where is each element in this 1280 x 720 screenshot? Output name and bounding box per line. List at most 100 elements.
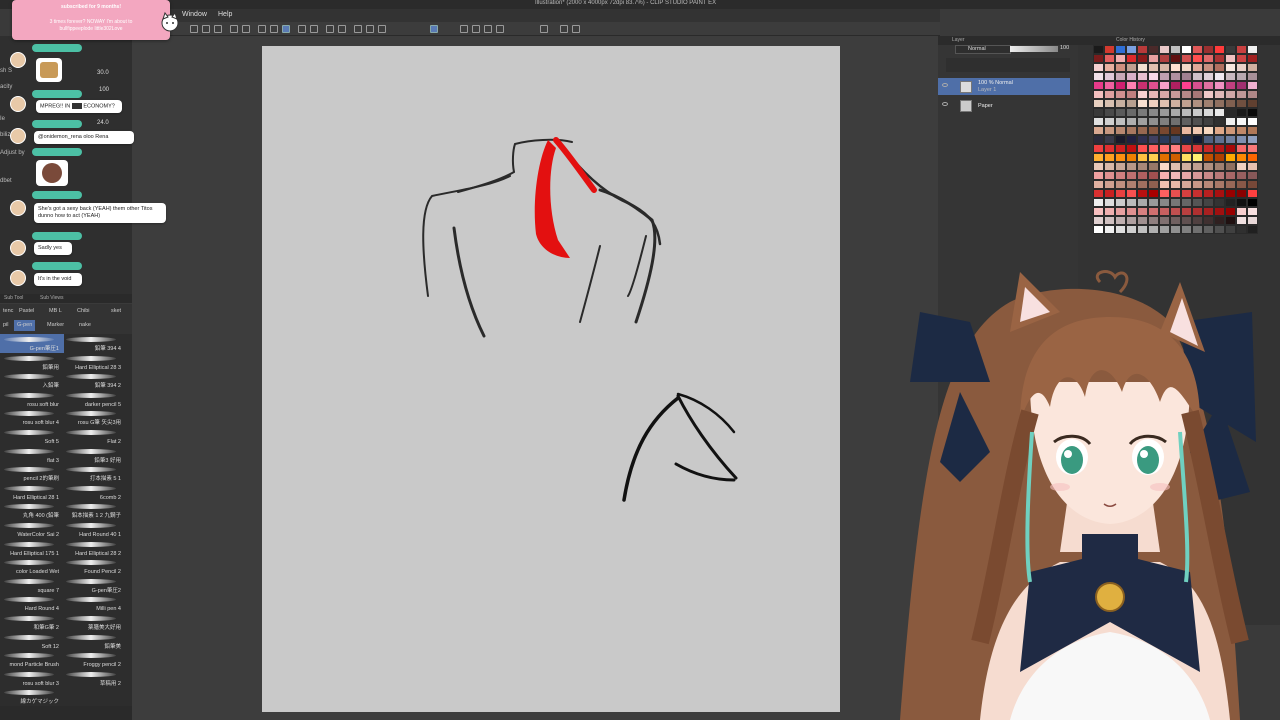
color-swatch[interactable]	[1148, 63, 1159, 72]
color-swatch[interactable]	[1148, 198, 1159, 207]
color-swatch[interactable]	[1247, 63, 1258, 72]
color-swatch[interactable]	[1104, 72, 1115, 81]
color-swatch[interactable]	[1093, 81, 1104, 90]
transform-icon[interactable]	[270, 25, 278, 33]
color-swatch[interactable]	[1181, 216, 1192, 225]
color-swatch[interactable]	[1148, 207, 1159, 216]
brush-item[interactable]: flat 3	[0, 446, 64, 465]
color-swatch[interactable]	[1181, 108, 1192, 117]
color-swatch[interactable]	[1159, 207, 1170, 216]
color-swatch[interactable]	[1225, 135, 1236, 144]
subtool-header-label[interactable]: Sub Tool	[4, 295, 23, 301]
brush-item[interactable]: 6comb 2	[62, 483, 126, 502]
color-swatch[interactable]	[1159, 99, 1170, 108]
color-swatch[interactable]	[1236, 198, 1247, 207]
color-swatch[interactable]	[1093, 90, 1104, 99]
color-swatch[interactable]	[1236, 153, 1247, 162]
color-swatch[interactable]	[1170, 135, 1181, 144]
color-swatch[interactable]	[1236, 216, 1247, 225]
color-swatch[interactable]	[1214, 225, 1225, 234]
brush-item[interactable]: Found Pencil 2	[62, 557, 126, 576]
color-swatch[interactable]	[1126, 117, 1137, 126]
color-swatch[interactable]	[1225, 153, 1236, 162]
brush-item[interactable]: Flat 2	[62, 427, 126, 446]
color-swatch[interactable]	[1181, 54, 1192, 63]
color-swatch[interactable]	[1247, 162, 1258, 171]
color-swatch[interactable]	[1115, 225, 1126, 234]
color-swatch[interactable]	[1181, 63, 1192, 72]
brush-item[interactable]: 入鉛筆	[0, 371, 64, 390]
color-swatch[interactable]	[1170, 72, 1181, 81]
brush-item[interactable]: 和筆G筆 2	[0, 613, 64, 632]
zoom-out-icon[interactable]	[472, 25, 480, 33]
color-swatch[interactable]	[1148, 225, 1159, 234]
frame-icon[interactable]	[366, 25, 374, 33]
color-swatch[interactable]	[1170, 54, 1181, 63]
color-swatch[interactable]	[1093, 189, 1104, 198]
color-swatch[interactable]	[1181, 189, 1192, 198]
color-swatch[interactable]	[1115, 216, 1126, 225]
color-swatch[interactable]	[1148, 99, 1159, 108]
color-swatch[interactable]	[1093, 180, 1104, 189]
color-swatch[interactable]	[1247, 225, 1258, 234]
color-swatch[interactable]	[1236, 180, 1247, 189]
color-swatch[interactable]	[1126, 189, 1137, 198]
brush-item[interactable]: WaterColor Sai 2	[0, 520, 64, 539]
layer-row[interactable]: 100 % Normal Layer 1	[938, 78, 1070, 95]
color-swatch[interactable]	[1137, 117, 1148, 126]
color-swatch[interactable]	[1159, 126, 1170, 135]
color-swatch[interactable]	[1170, 162, 1181, 171]
color-swatch[interactable]	[1214, 144, 1225, 153]
ruler-icon[interactable]	[378, 25, 386, 33]
color-swatch[interactable]	[1093, 162, 1104, 171]
color-swatch[interactable]	[1247, 126, 1258, 135]
brush-item[interactable]: mond Particle Brush	[0, 650, 64, 669]
color-swatch[interactable]	[1137, 207, 1148, 216]
color-swatch[interactable]	[1104, 81, 1115, 90]
color-swatch[interactable]	[1214, 198, 1225, 207]
color-swatch[interactable]	[1192, 171, 1203, 180]
brush-item[interactable]: Milli pen 4	[62, 594, 126, 613]
tab-pastel[interactable]: Pastel	[16, 306, 37, 317]
brush-item[interactable]: darker pencil 5	[62, 390, 126, 409]
color-swatch[interactable]	[1159, 189, 1170, 198]
color-swatch[interactable]	[1170, 108, 1181, 117]
color-swatch[interactable]	[1203, 72, 1214, 81]
color-swatch[interactable]	[1225, 90, 1236, 99]
color-swatch[interactable]	[1148, 216, 1159, 225]
color-swatch[interactable]	[1236, 99, 1247, 108]
color-swatch[interactable]	[1137, 153, 1148, 162]
color-swatch[interactable]	[1137, 90, 1148, 99]
color-swatch[interactable]	[1126, 198, 1137, 207]
color-swatch[interactable]	[1192, 81, 1203, 90]
color-swatch[interactable]	[1236, 81, 1247, 90]
color-swatch[interactable]	[1137, 45, 1148, 54]
color-swatch[interactable]	[1159, 171, 1170, 180]
color-swatch[interactable]	[1093, 135, 1104, 144]
color-swatch[interactable]	[1247, 117, 1258, 126]
stabilize-value[interactable]: 24.0	[97, 120, 109, 126]
color-swatch[interactable]	[1247, 198, 1258, 207]
color-swatch[interactable]	[1247, 90, 1258, 99]
color-swatch[interactable]	[1170, 153, 1181, 162]
color-swatch[interactable]	[1214, 207, 1225, 216]
color-swatch[interactable]	[1137, 108, 1148, 117]
color-swatch[interactable]	[1170, 189, 1181, 198]
color-swatch[interactable]	[1203, 198, 1214, 207]
color-swatch[interactable]	[1126, 45, 1137, 54]
color-swatch[interactable]	[1203, 207, 1214, 216]
color-swatch[interactable]	[1203, 117, 1214, 126]
color-swatch[interactable]	[1247, 207, 1258, 216]
color-swatch[interactable]	[1203, 153, 1214, 162]
color-swatch[interactable]	[1148, 162, 1159, 171]
color-swatch[interactable]	[1159, 72, 1170, 81]
brush-item[interactable]: 草稿用 2	[62, 669, 126, 688]
color-swatch[interactable]	[1203, 126, 1214, 135]
color-swatch[interactable]	[1104, 108, 1115, 117]
color-swatch[interactable]	[1225, 63, 1236, 72]
color-swatch[interactable]	[1104, 180, 1115, 189]
brush-item[interactable]: G-pen筆圧2	[62, 576, 126, 595]
color-swatch[interactable]	[1181, 207, 1192, 216]
color-swatch[interactable]	[1104, 117, 1115, 126]
color-swatch[interactable]	[1159, 90, 1170, 99]
